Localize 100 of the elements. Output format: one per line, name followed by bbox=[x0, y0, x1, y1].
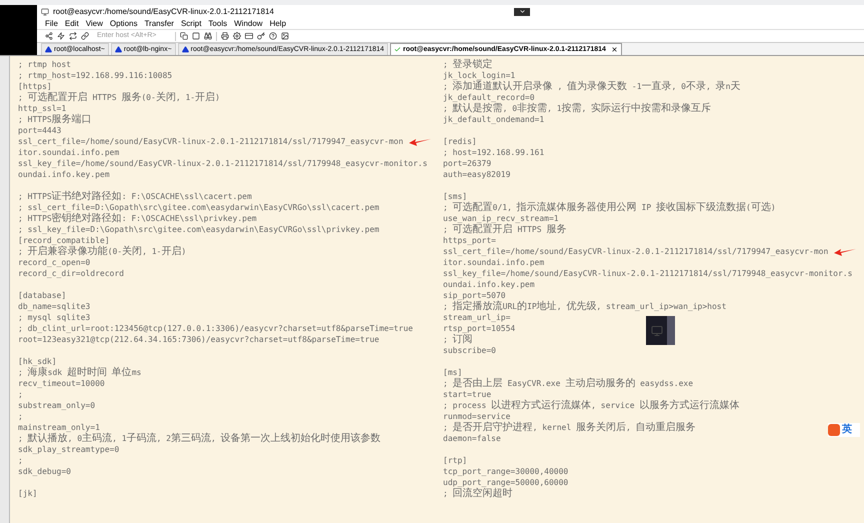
help-icon[interactable] bbox=[269, 32, 277, 40]
terminal-line: [sms] bbox=[443, 191, 468, 202]
terminal-line: ; 开启兼容录像功能(0-关闭, 1-开启) bbox=[18, 246, 186, 257]
terminal-line: ; HTTPS证书绝对路径如: F:\OSCACHE\ssl\cacert.pem bbox=[18, 191, 252, 202]
lightning-icon[interactable] bbox=[57, 32, 65, 40]
menu-item[interactable]: Help bbox=[270, 20, 286, 28]
terminal-line: udp_port_range=50000,60000 bbox=[443, 477, 568, 488]
terminal-line: [https] bbox=[18, 81, 52, 92]
terminal-line: https_port= bbox=[443, 235, 496, 246]
binoculars-icon[interactable] bbox=[204, 32, 212, 40]
terminal-line: http_ssl=1 bbox=[18, 103, 66, 114]
square-icon[interactable] bbox=[192, 32, 200, 40]
settings-icon[interactable] bbox=[233, 32, 241, 40]
terminal-line: port=26379 bbox=[443, 158, 492, 169]
terminal-line: [hk_sdk] bbox=[18, 356, 57, 366]
menu-item[interactable]: Transfer bbox=[144, 20, 174, 28]
terminal-line: ; 海康sdk 超时时间 单位ms bbox=[18, 367, 142, 378]
terminal-line: ; 订阅 bbox=[443, 334, 473, 345]
terminal-line: mainstream_only=1 bbox=[18, 422, 100, 432]
terminal-line: ; HTTPS服务端口 bbox=[18, 114, 92, 125]
warning-icon bbox=[45, 46, 52, 53]
terminal-line: daemon=false bbox=[443, 433, 501, 444]
dropdown-button[interactable] bbox=[514, 8, 530, 16]
terminal-line: ; host=192.168.99.161 bbox=[443, 147, 544, 158]
terminal-line: record_c_dir=oldrecord bbox=[18, 268, 124, 279]
terminal-line: ; rtmp_host=192.168.99.116:10085 bbox=[18, 70, 172, 81]
terminal-line: [ms] bbox=[443, 367, 462, 378]
terminal-line: start=true bbox=[443, 389, 492, 400]
terminal-line: stream_url_ip= bbox=[443, 312, 510, 323]
menu-item[interactable]: View bbox=[86, 20, 103, 28]
menu-item[interactable]: Tools bbox=[208, 20, 228, 28]
terminal-line: sdk_play_streamtype=0 bbox=[18, 444, 120, 455]
sogou-logo-icon bbox=[828, 424, 840, 436]
terminal-line: [rtp] bbox=[443, 455, 468, 466]
terminal-line: runmod=service bbox=[443, 411, 510, 422]
terminal-line: [record_compatible] bbox=[18, 235, 110, 246]
terminal-line: ; mysql sqlite3 bbox=[18, 312, 90, 323]
terminal-line: root=123easy321@tcp(212.64.34.165:7306)/easycvr?charset=utf8&parseTime=true bbox=[18, 334, 380, 345]
menu-item[interactable]: File bbox=[45, 20, 58, 28]
terminal-line: ; 添加通道默认开启录像 , 值为录像天数 -1一直录, 0不录, 录n天 bbox=[443, 81, 740, 92]
key-icon[interactable] bbox=[257, 32, 265, 40]
terminal-line: ; process 以进程方式运行流媒体, service 以服务方式运行流媒体 bbox=[443, 400, 740, 411]
terminal-line: subscribe=0 bbox=[443, 345, 496, 356]
menu-item[interactable]: Options bbox=[110, 20, 138, 28]
terminal-line: ; 是否开启守护进程, kernel 服务关闭后, 自动重启服务 bbox=[443, 422, 696, 433]
terminal-line: ; db_clint_url=root:123456@tcp(127.0.0.1:3306)/easycvr?charset=utf8&parseTime=true bbox=[18, 323, 413, 334]
image-icon[interactable] bbox=[281, 32, 289, 40]
terminal-line: record_c_open=0 bbox=[18, 257, 90, 268]
terminal-line: recv_timeout=10000 bbox=[18, 378, 105, 389]
close-icon[interactable] bbox=[610, 46, 618, 53]
terminal-line: ; 可选配置0/1, 指示流媒体服务器使用公网 IP 接收国标下级流数据(可选) bbox=[443, 202, 776, 213]
terminal-line: ssl_key_file=/home/sound/EasyCVR-linux-2.0.1-2112171814/ssl/7179948_easycvr-monitor.soundai.info.key.pem bbox=[18, 158, 428, 180]
terminal-line: sdk_debug=0 bbox=[18, 466, 71, 477]
card-icon[interactable] bbox=[245, 32, 253, 40]
app-icon bbox=[41, 8, 49, 16]
ime-toolbar[interactable]: 英 bbox=[828, 423, 860, 437]
terminal-line: jk_default_record=0 bbox=[443, 92, 535, 102]
terminal-line: [database] bbox=[18, 290, 66, 301]
terminal-line: auth=easy82019 bbox=[443, 169, 510, 180]
terminal-line: ; 可选配置开启 HTTPS 服务 bbox=[443, 224, 566, 235]
ime-mode-label: 英 bbox=[842, 425, 852, 435]
annotation-arrow-icon bbox=[834, 247, 856, 256]
terminal-line: substream_only=0 bbox=[18, 400, 96, 411]
dark-side-panel bbox=[0, 5, 37, 55]
window-title: root@easycvr:/home/sound/EasyCVR-linux-2.0.1-2112171814 bbox=[53, 8, 274, 16]
terminal-line: ; bbox=[18, 455, 23, 466]
terminal-line: rtsp_port=10554 bbox=[443, 323, 516, 334]
terminal-line: ; HTTPS密钥绝对路径如: F:\OSCACHE\ssl\privkey.pem bbox=[18, 213, 257, 224]
terminal-line: ; ssl_cert_file=D:\Gopath\src\gitee.com\easydarwin\EasyCVRGo\ssl\cacert.pem bbox=[18, 202, 380, 212]
terminal-line: ; ssl_key_file=D:\Gopath\src\gitee.com\easydarwin\EasyCVRGo\ssl\privkey.pem bbox=[18, 224, 380, 235]
terminal-line: [jk] bbox=[18, 488, 38, 499]
terminal-line: ; 可选配置开启 HTTPS 服务(0-关闭, 1-开启) bbox=[18, 92, 220, 103]
terminal-line: ; 是否由上层 EasyCVR.exe 主动启动服务的 easydss.exe bbox=[443, 378, 694, 389]
check-icon bbox=[394, 46, 402, 53]
annotation-arrow-icon bbox=[409, 137, 431, 146]
repeat-icon[interactable] bbox=[69, 32, 77, 40]
terminal-line: jk_default_ondemand=1 bbox=[443, 114, 544, 125]
copy-icon[interactable] bbox=[180, 32, 188, 40]
terminal-line: ; rtmp host bbox=[18, 59, 71, 70]
warning-icon bbox=[114, 46, 122, 53]
monitor-icon bbox=[650, 324, 662, 336]
terminal-line: jk_lock_login=1 bbox=[443, 70, 516, 80]
warning-icon bbox=[182, 46, 189, 53]
terminal-line: ; bbox=[18, 411, 23, 422]
menu-item[interactable]: Window bbox=[234, 20, 263, 28]
terminal-line: ; 登录锁定 bbox=[443, 59, 493, 70]
terminal-line: ; 指定播放流URL的IP地址, 优先级, stream_url_ip>wan_ip>host bbox=[443, 301, 726, 312]
printer-icon[interactable] bbox=[221, 32, 229, 40]
terminal-line: use_wan_ip_recv_stream=1 bbox=[443, 213, 559, 224]
network-icon[interactable] bbox=[45, 32, 53, 40]
terminal-line: tcp_port_range=30000,40000 bbox=[443, 466, 568, 477]
terminal-line: ; 默认播放, 0主码流, 1子码流, 2第三码流, 设备第一次上线初始化时使用该参数 bbox=[18, 433, 381, 444]
chevron-down-icon bbox=[518, 8, 526, 15]
terminal-line: db_name=sqlite3 bbox=[18, 301, 90, 312]
menu-item[interactable]: Script bbox=[180, 20, 202, 28]
terminal-line: [redis] bbox=[443, 136, 477, 147]
terminal-line: port=4443 bbox=[18, 125, 62, 136]
terminal-line: ; bbox=[18, 389, 23, 400]
link-icon[interactable] bbox=[81, 32, 89, 40]
menu-item[interactable]: Edit bbox=[64, 20, 79, 28]
